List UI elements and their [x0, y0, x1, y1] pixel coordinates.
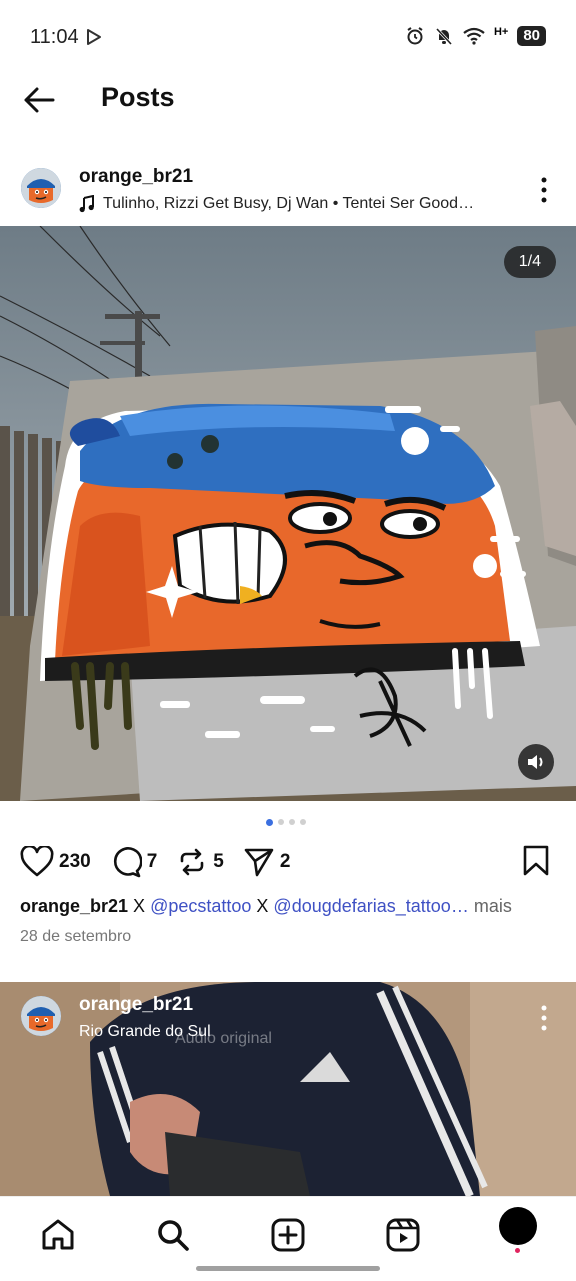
bookmark-icon[interactable]	[522, 845, 550, 877]
comment-count: 7	[146, 851, 158, 872]
like-count: 230	[59, 851, 91, 872]
music-note-icon	[79, 195, 94, 213]
play-store-icon	[87, 29, 101, 45]
post-actions: 230 7 5 2	[20, 844, 309, 880]
wifi-icon	[463, 27, 485, 45]
caption-mention[interactable]: @dougdefarias_tattoo…	[273, 896, 468, 916]
home-icon[interactable]	[40, 1217, 76, 1253]
caption-separator: X	[128, 896, 151, 916]
alarm-icon	[407, 27, 423, 45]
network-type: H+	[493, 26, 509, 38]
home-indicator[interactable]	[196, 1266, 380, 1271]
send-icon	[244, 848, 274, 877]
more-vertical-icon[interactable]	[534, 1003, 554, 1033]
more-vertical-icon[interactable]	[534, 175, 554, 205]
search-icon[interactable]	[155, 1217, 191, 1253]
music-info[interactable]: Tulinho, Rizzi Get Busy, Dj Wan • Tentei…	[103, 195, 474, 213]
notification-dot	[515, 1248, 520, 1253]
carousel-dot	[300, 819, 306, 825]
graffiti-photo	[0, 226, 576, 801]
mute-bell-icon	[435, 27, 453, 46]
battery-level: 80	[517, 26, 546, 46]
post-caption: orange_br21 X @pecstattoo X @dougdefaria…	[20, 896, 512, 917]
post-date: 28 de setembro	[20, 928, 132, 945]
caption-more-link[interactable]: mais	[469, 896, 512, 916]
share-button[interactable]: 2	[243, 846, 291, 878]
repost-button[interactable]: 5	[176, 846, 224, 878]
status-icons: H+ 80	[405, 26, 546, 46]
comment-button[interactable]: 7	[110, 846, 158, 878]
reels-icon[interactable]	[385, 1217, 421, 1253]
carousel-indicator	[266, 818, 306, 826]
arrow-left-icon[interactable]	[20, 80, 60, 120]
caption-separator: X	[251, 896, 274, 916]
carousel-dot	[278, 819, 284, 825]
post-image[interactable]	[0, 226, 576, 801]
caption-mention[interactable]: @pecstattoo	[150, 896, 251, 916]
avatar-image	[21, 996, 61, 1036]
post-username[interactable]: orange_br21	[79, 994, 193, 1016]
avatar[interactable]	[21, 996, 61, 1036]
heart-icon	[20, 846, 54, 877]
speaker-icon	[528, 755, 543, 769]
sound-toggle-button[interactable]	[518, 744, 554, 780]
carousel-dot	[266, 818, 273, 826]
repost-icon	[180, 848, 204, 876]
caption-username[interactable]: orange_br21	[20, 896, 128, 916]
carousel-counter: 1/4	[503, 246, 556, 278]
page-title: Posts	[101, 82, 175, 112]
repost-count: 5	[213, 851, 224, 872]
status-bar: 11:04 H+ 80	[0, 0, 576, 72]
share-count: 2	[279, 851, 291, 872]
status-time: 11:04	[30, 26, 79, 48]
post-username[interactable]: orange_br21	[79, 166, 193, 188]
create-icon[interactable]	[270, 1217, 306, 1253]
avatar-image	[21, 168, 61, 208]
carousel-dot	[289, 819, 295, 825]
comment-icon	[113, 847, 142, 878]
profile-avatar[interactable]	[499, 1207, 537, 1245]
avatar[interactable]	[21, 168, 61, 208]
like-button[interactable]: 230	[20, 846, 91, 878]
post-location[interactable]: Rio Grande do Sul	[79, 1023, 211, 1041]
